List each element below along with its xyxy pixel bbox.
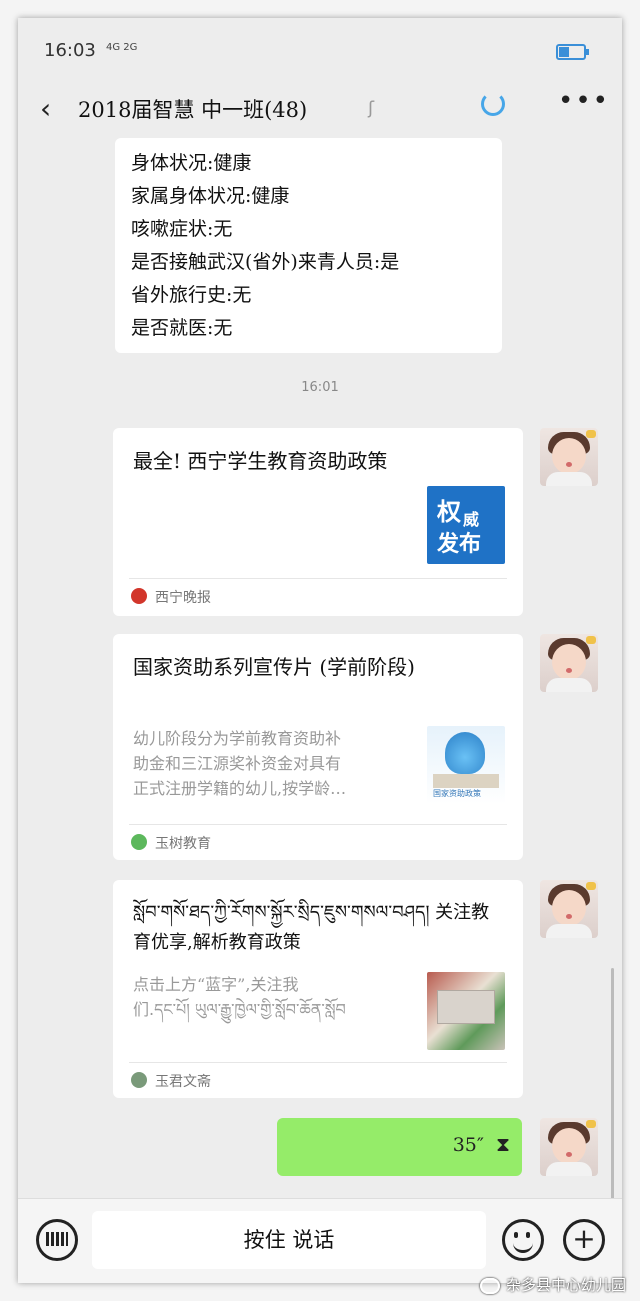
message-line: 是否就医:无 xyxy=(131,317,233,339)
article-card-2[interactable]: 国家资助系列宣传片 (学前阶段) 幼儿阶段分为学前教育资助补 助金和三江源奖补资… xyxy=(113,634,523,860)
emoji-icon[interactable] xyxy=(502,1219,544,1261)
article-source: 西宁晚报 xyxy=(155,590,211,606)
article-title: སློབ་གསོ་ཐད་ཀྱི་རོགས་སྐྱོར་སྲིད་ཇུས་གསལ་… xyxy=(133,902,490,953)
status-bar: 16:03 4G 2G xyxy=(18,18,622,82)
message-bubble-health-report[interactable]: 身体状况:健康 家属身体状况:健康 咳嗽症状:无 是否接触武汉(省外)来青人员:… xyxy=(115,138,502,353)
article-description: 幼儿阶段分为学前教育资助补 助金和三江源奖补资金对具有 正式注册学籍的幼儿,按学… xyxy=(133,729,347,798)
avatar[interactable] xyxy=(540,634,598,692)
chat-title: 2018届智慧 中一班(48) xyxy=(78,98,308,122)
phone-screen: 16:03 4G 2G ‹ 2018届智慧 中一班(48) ʃ ••• 身体状况… xyxy=(18,18,622,1283)
divider xyxy=(129,1062,507,1063)
article-card-3[interactable]: སློབ་གསོ་ཐད་ཀྱི་རོགས་སྐྱོར་སྲིད་ཇུས་གསལ་… xyxy=(113,880,523,1098)
wechat-icon xyxy=(479,1277,500,1294)
message-line: 家属身体状况:健康 xyxy=(131,185,290,207)
message-line: 是否接触武汉(省外)来青人员:是 xyxy=(131,251,400,273)
loading-spinner-icon xyxy=(481,92,505,116)
message-line: 身体状况:健康 xyxy=(131,152,252,174)
message-timestamp: 16:01 xyxy=(301,380,339,395)
source-logo-icon xyxy=(131,1072,147,1088)
scrollbar[interactable] xyxy=(611,968,614,1218)
network-signal-icon: 4G 2G xyxy=(106,42,138,53)
article-title: 国家资助系列宣传片 (学前阶段) xyxy=(133,655,415,679)
status-time: 16:03 xyxy=(44,40,96,61)
divider xyxy=(129,824,507,825)
article-thumbnail xyxy=(427,972,505,1050)
more-options-icon[interactable]: ••• xyxy=(558,86,610,116)
watermark: 杂多县中心幼儿园 xyxy=(479,1274,626,1295)
article-thumbnail: 国家资助政策 xyxy=(427,726,505,804)
divider xyxy=(129,578,507,579)
article-source: 玉君文斋 xyxy=(155,1074,211,1090)
source-logo-icon xyxy=(131,834,147,850)
source-logo-icon xyxy=(131,588,147,604)
chat-area[interactable]: 身体状况:健康 家属身体状况:健康 咳嗽症状:无 是否接触武汉(省外)来青人员:… xyxy=(18,138,622,1218)
voice-duration: 35″ xyxy=(452,1134,484,1156)
article-card-1[interactable]: 最全! 西宁学生教育资助政策 权 威 发布 西宁晚报 xyxy=(113,428,523,616)
avatar[interactable] xyxy=(540,880,598,938)
message-line: 省外旅行史:无 xyxy=(131,284,252,306)
voice-wave-icon: ⧗ xyxy=(495,1132,510,1156)
earpiece-icon: ʃ xyxy=(368,98,375,119)
article-title: 最全! 西宁学生教育资助政策 xyxy=(133,449,388,473)
battery-icon xyxy=(556,44,589,60)
message-line: 咳嗽症状:无 xyxy=(131,218,233,240)
plus-icon[interactable]: + xyxy=(563,1219,605,1261)
back-icon[interactable]: ‹ xyxy=(40,92,51,125)
input-bar: 按住 说话 + xyxy=(18,1198,622,1283)
avatar[interactable] xyxy=(540,1118,598,1176)
article-thumbnail: 权 威 发布 xyxy=(427,486,505,564)
article-source: 玉树教育 xyxy=(155,836,211,852)
article-description: 点击上方“蓝字”,关注我 们.དང་པོ། ཡུལ་རྒྱུ་ཁྱེལ་གྱི་… xyxy=(133,975,346,1019)
chat-header: ‹ 2018届智慧 中一班(48) ʃ ••• xyxy=(18,82,622,138)
voice-message-bubble[interactable]: 35″ ⧗ xyxy=(277,1118,522,1176)
hold-to-talk-button[interactable]: 按住 说话 xyxy=(92,1211,486,1269)
avatar[interactable] xyxy=(540,428,598,486)
keyboard-icon[interactable] xyxy=(36,1219,78,1261)
